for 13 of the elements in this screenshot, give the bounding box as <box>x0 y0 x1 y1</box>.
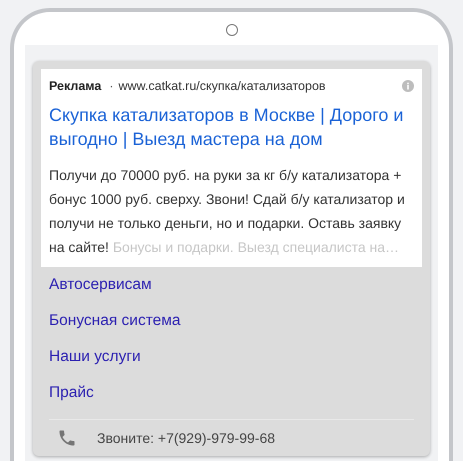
camera <box>226 24 238 36</box>
ad-url: www.catkat.ru/скупка/катализаторов <box>118 79 327 93</box>
sitelink[interactable]: Бонусная система <box>41 303 189 339</box>
info-icon[interactable] <box>402 80 414 92</box>
phone-icon[interactable] <box>57 428 77 448</box>
ad-description: Получи до 70000 руб. на руки за кг б/у катализатора + бонус 1000 руб. сверху. Звони! Сдай б/у катализатор и получи не только деньги, но и подарки. Оставь заявку на сайте! Бонусы и подарки. Выезд специалиста на… <box>49 166 406 257</box>
ad-label: Реклама <box>49 79 102 93</box>
sitelink[interactable]: Автосервисам <box>41 267 160 303</box>
ad-title[interactable]: Скупка катализаторов в Москве | Дорого и выгодно | Выезд мастера на дом <box>49 103 414 151</box>
separator-dot: · <box>109 79 114 93</box>
sitelink[interactable]: Наши услуги <box>41 339 149 375</box>
call-text[interactable]: Звоните: +7(929)-979-99-68 <box>97 430 276 446</box>
sitelink[interactable]: Прайс <box>41 375 102 411</box>
